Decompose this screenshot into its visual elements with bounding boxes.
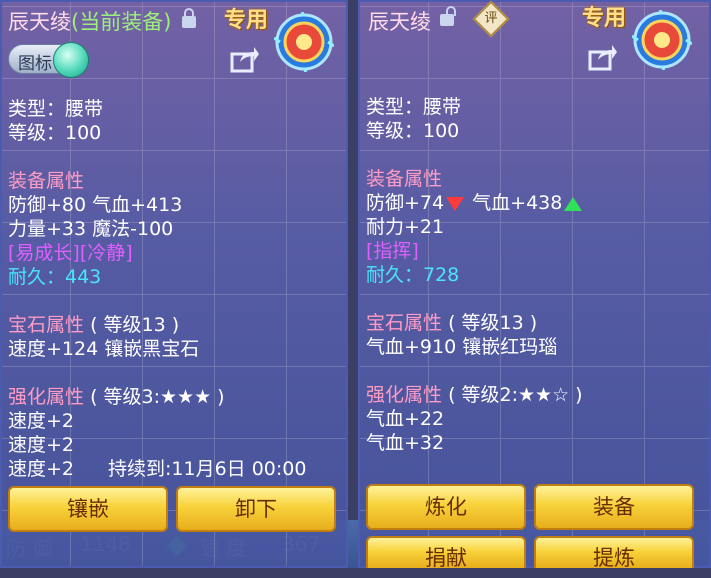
enhance-line-1: 气血+22 — [366, 408, 445, 430]
gem-line: 速度+124 镶嵌黑宝石 — [8, 338, 200, 360]
inlay-button[interactable]: 镶嵌 — [8, 486, 168, 532]
durability: 耐久：443 — [8, 266, 102, 288]
item-title: 辰天绫(当前装备) — [8, 6, 171, 36]
attributes-line-1: 防御+74 气血+438 — [366, 188, 584, 215]
enhance-attributes-row: 强化属性 ( 等级3:★★★ ) — [8, 382, 225, 409]
gem-header: 宝石属性 — [366, 312, 443, 334]
enhance-header: 强化属性 — [366, 384, 443, 406]
decrease-arrow-icon — [446, 196, 465, 211]
equipped-item-panel: 辰天绫(当前装备) 专用 图标 类型：腰带 等级：100 装备属性 防御+80 … — [0, 0, 348, 568]
gem-level: ( 等级13 ) — [90, 314, 180, 336]
gem-attributes-row: 宝石属性 ( 等级13 ) — [366, 308, 537, 335]
attributes-header: 装备属性 — [366, 168, 443, 190]
item-type: 类型：腰带 — [8, 98, 104, 120]
attributes-header: 装备属性 — [8, 170, 85, 192]
durability: 耐久：728 — [366, 264, 460, 286]
item-emblem-icon — [632, 10, 692, 70]
icon-toggle-label: 图标 — [18, 54, 52, 74]
share-icon[interactable] — [230, 44, 260, 74]
enhance-attributes-row: 强化属性 ( 等级2:★★☆ ) — [366, 380, 583, 407]
attributes-line-2: 力量+33 魔法-100 — [8, 218, 174, 240]
item-type: 类型：腰带 — [366, 96, 462, 118]
enhance-line-1: 速度+2 — [8, 410, 75, 432]
enhance-line-3: 速度+2 — [8, 458, 75, 480]
lock-icon[interactable] — [182, 8, 196, 28]
gem-line: 气血+910 镶嵌红玛瑙 — [366, 336, 558, 358]
item-name: 辰天绫 — [368, 10, 431, 34]
attr-hp: 气血+438 — [472, 192, 563, 214]
unlock-icon[interactable] — [440, 6, 456, 26]
item-level: 等级：100 — [366, 120, 460, 142]
enhance-line-2: 气血+32 — [366, 432, 445, 454]
extract-button[interactable]: 提炼 — [534, 536, 694, 570]
gem-attributes-row: 宝石属性 ( 等级13 ) — [8, 310, 179, 337]
rate-label: 评 — [484, 11, 498, 26]
refine-button[interactable]: 炼化 — [366, 484, 526, 530]
item-level: 等级：100 — [8, 122, 102, 144]
donate-button[interactable]: 捐献 — [366, 536, 526, 570]
icon-toggle[interactable]: 图标 — [8, 42, 89, 78]
increase-arrow-icon — [564, 196, 583, 211]
attributes-line-2: 耐力+21 — [366, 216, 445, 238]
enhance-level: ( 等级2:★★☆ ) — [448, 384, 583, 406]
item-emblem-icon — [274, 12, 334, 72]
toggle-knob — [53, 42, 89, 78]
exclusive-badge: 专用 — [582, 6, 627, 31]
item-name: 辰天绫 — [8, 10, 71, 34]
traits: [易成长][冷静] — [8, 242, 133, 264]
attr-defense: 防御+74 — [366, 192, 445, 214]
gem-level: ( 等级13 ) — [448, 312, 538, 334]
share-icon[interactable] — [588, 42, 618, 72]
traits: [指挥] — [366, 240, 419, 262]
expire-time: 持续到:11月6日 00:00 — [108, 458, 307, 480]
equipped-tag: (当前装备) — [71, 10, 172, 34]
remove-button[interactable]: 卸下 — [176, 486, 336, 532]
exclusive-badge: 专用 — [224, 8, 269, 33]
equip-button[interactable]: 装备 — [534, 484, 694, 530]
item-title: 辰天绫 — [368, 6, 431, 36]
enhance-header: 强化属性 — [8, 386, 85, 408]
enhance-line-2: 速度+2 — [8, 434, 75, 456]
enhance-level: ( 等级3:★★★ ) — [90, 386, 225, 408]
attributes-line-1: 防御+80 气血+413 — [8, 194, 183, 216]
gem-header: 宝石属性 — [8, 314, 85, 336]
